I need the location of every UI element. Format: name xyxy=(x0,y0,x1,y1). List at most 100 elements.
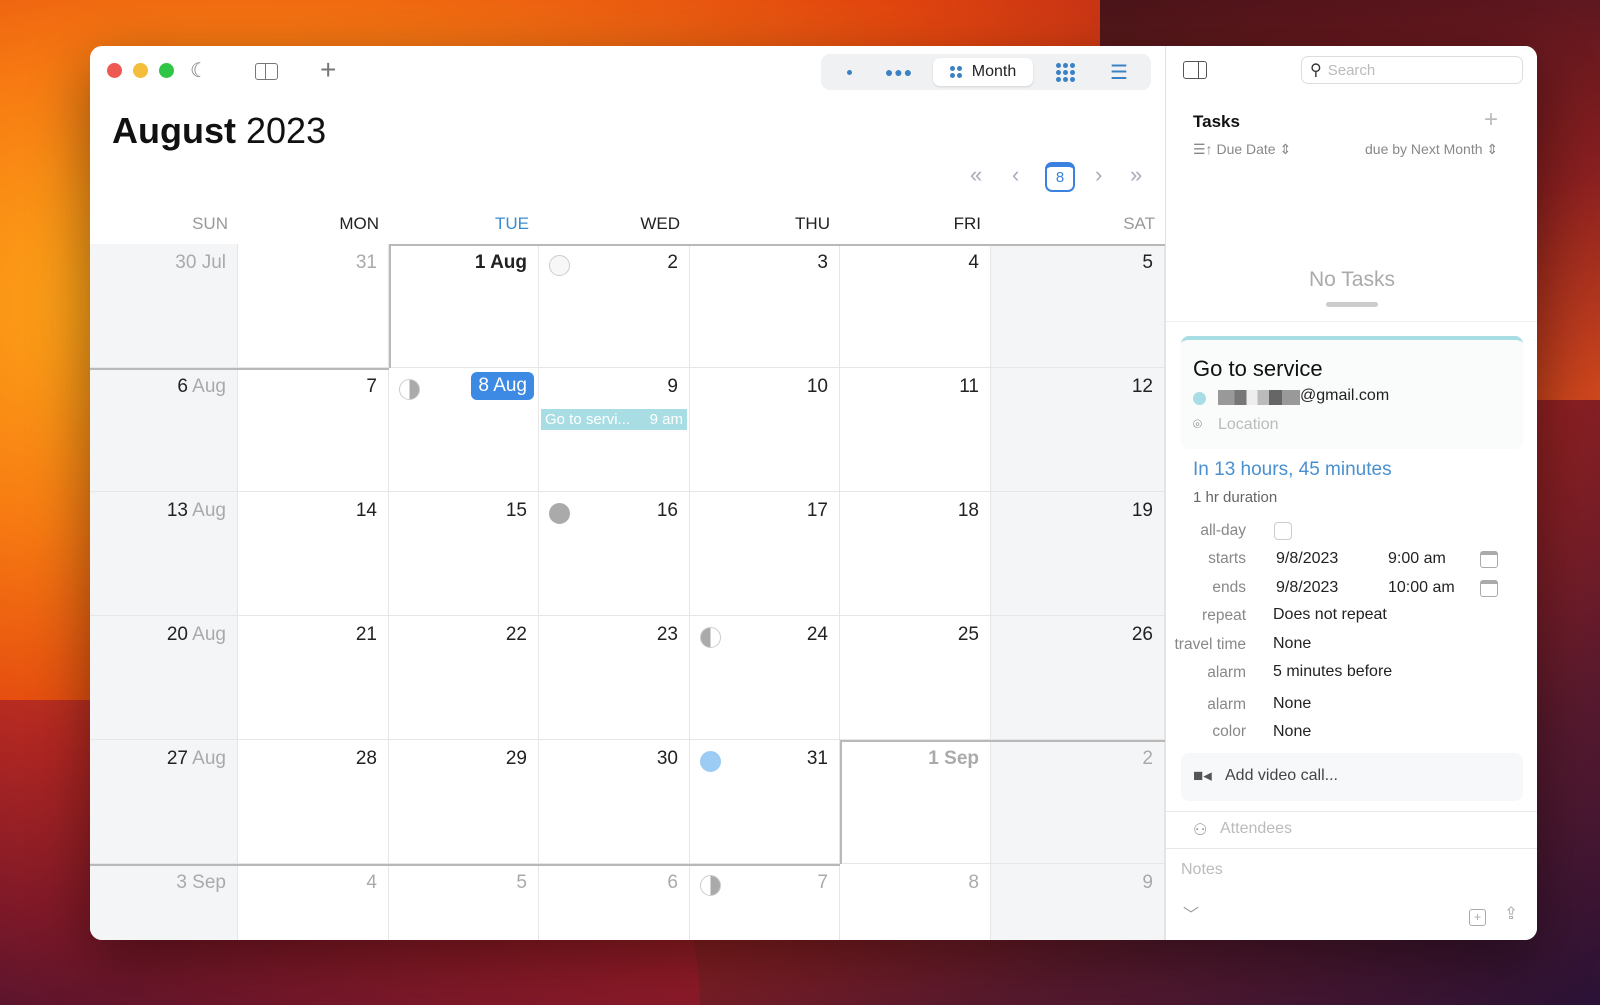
location-field[interactable]: Location xyxy=(1218,416,1279,434)
day-cell[interactable]: 3 Sep xyxy=(90,864,238,940)
page-title: August 2023 xyxy=(112,110,327,151)
day-cell[interactable]: 22 xyxy=(389,616,539,740)
close-button[interactable] xyxy=(107,63,122,78)
next-week-button[interactable]: › xyxy=(1095,162,1102,188)
prev-month-button[interactable]: « xyxy=(970,162,982,188)
day-cell[interactable]: 17 xyxy=(690,492,840,616)
day-cell[interactable]: 10 xyxy=(690,368,840,492)
add-attachment-icon[interactable]: + xyxy=(1469,909,1486,926)
day-cell[interactable]: 26 xyxy=(991,616,1165,740)
moon-icon[interactable]: ☾ xyxy=(190,58,208,83)
share-icon[interactable]: ⇪ xyxy=(1504,904,1518,924)
today-button[interactable]: 8 xyxy=(1045,162,1075,192)
day-number: 10 xyxy=(806,376,828,397)
day-cell[interactable]: 7 xyxy=(690,864,840,940)
day-cell[interactable]: 8 xyxy=(840,864,991,940)
color-value[interactable]: None xyxy=(1273,723,1311,741)
calendar-picker-icon[interactable] xyxy=(1480,551,1498,568)
allday-checkbox[interactable] xyxy=(1274,522,1292,540)
day-cell[interactable]: 31 xyxy=(238,244,389,368)
day-cell[interactable]: 16 xyxy=(539,492,690,616)
sort-dropdown[interactable]: ☰↑ Due Date ⇕ xyxy=(1193,141,1291,158)
day-cell[interactable]: 8 Aug xyxy=(389,368,539,492)
add-video-call-button[interactable]: ■◂ Add video call... xyxy=(1181,753,1523,801)
zoom-button[interactable] xyxy=(159,63,174,78)
add-event-icon[interactable]: + xyxy=(320,54,336,86)
notes-field[interactable]: Notes xyxy=(1181,861,1223,879)
day-cell[interactable]: 30 Jul xyxy=(90,244,238,368)
alarm-value[interactable]: 5 minutes before xyxy=(1273,663,1392,681)
resize-handle[interactable] xyxy=(1326,302,1378,307)
day-cell[interactable]: 29 xyxy=(389,740,539,864)
day-cell[interactable]: 23 xyxy=(539,616,690,740)
day-cell[interactable]: 7 xyxy=(238,368,389,492)
day-cell[interactable]: 12 xyxy=(991,368,1165,492)
day-cell[interactable]: 6 xyxy=(539,864,690,940)
day-number: 17 xyxy=(806,500,828,521)
day-cell[interactable]: 25 xyxy=(840,616,991,740)
view-year[interactable] xyxy=(1047,58,1083,86)
alarm-value[interactable]: None xyxy=(1273,695,1311,713)
day-cell[interactable]: 20 Aug xyxy=(90,616,238,740)
day-cell[interactable]: 21 xyxy=(238,616,389,740)
ends-date[interactable]: 9/8/2023 xyxy=(1276,579,1338,597)
day-cell[interactable]: 1 Sep xyxy=(840,740,991,864)
moon-phase-icon xyxy=(700,627,721,648)
calendar-picker-icon[interactable] xyxy=(1480,580,1498,597)
collapse-chevron-icon[interactable]: ﹀ xyxy=(1183,901,1199,925)
day-cell[interactable]: 19 xyxy=(991,492,1165,616)
day-cell[interactable]: 15 xyxy=(389,492,539,616)
day-cell[interactable]: 9 xyxy=(991,864,1165,940)
weekday-header: SAT xyxy=(1123,214,1155,233)
day-cell[interactable]: 11 xyxy=(840,368,991,492)
day-cell[interactable]: 24 xyxy=(690,616,840,740)
day-cell[interactable]: 1 Aug xyxy=(389,244,539,368)
day-cell[interactable]: 2 xyxy=(991,740,1165,864)
day-cell[interactable]: 31 xyxy=(690,740,840,864)
view-day[interactable] xyxy=(831,58,867,86)
day-number: 6 xyxy=(667,872,678,893)
inspector-toggle-icon[interactable] xyxy=(1183,61,1207,79)
starts-date[interactable]: 9/8/2023 xyxy=(1276,550,1338,568)
next-month-button[interactable]: » xyxy=(1130,162,1142,188)
attendees-field[interactable]: Attendees xyxy=(1220,820,1292,838)
minimize-button[interactable] xyxy=(133,63,148,78)
add-task-button[interactable]: + xyxy=(1484,106,1498,134)
day-cell[interactable]: 6 Aug xyxy=(90,368,238,492)
day-number: 15 xyxy=(505,500,527,521)
day-cell[interactable]: 3 xyxy=(690,244,840,368)
day-cell[interactable]: 30 xyxy=(539,740,690,864)
day-number: 21 xyxy=(355,624,377,645)
day-cell[interactable]: 18 xyxy=(840,492,991,616)
day-cell[interactable]: 14 xyxy=(238,492,389,616)
ends-time[interactable]: 10:00 am xyxy=(1388,579,1455,597)
day-cell[interactable]: 4 xyxy=(238,864,389,940)
alarm-label: alarm xyxy=(1207,696,1246,713)
color-label: color xyxy=(1212,723,1246,740)
tasks-heading: Tasks xyxy=(1193,112,1240,131)
view-list[interactable]: ☰ xyxy=(1101,58,1137,86)
starts-time[interactable]: 9:00 am xyxy=(1388,550,1446,568)
sidebar-toggle-icon[interactable] xyxy=(255,63,278,80)
calendar-event[interactable]: Go to servi... 9 am xyxy=(541,409,687,430)
calendar-account[interactable]: @gmail.com xyxy=(1300,387,1389,405)
day-cell[interactable]: 13 Aug xyxy=(90,492,238,616)
repeat-value[interactable]: Does not repeat xyxy=(1273,606,1387,624)
event-title[interactable]: Go to service xyxy=(1193,356,1323,382)
day-cell[interactable]: 27 Aug xyxy=(90,740,238,864)
view-month[interactable]: Month xyxy=(933,58,1033,86)
prev-week-button[interactable]: ‹ xyxy=(1012,162,1019,188)
day-number: 27 Aug xyxy=(166,748,226,769)
travel-value[interactable]: None xyxy=(1273,635,1311,653)
month-boundary xyxy=(90,864,840,866)
day-cell[interactable]: 9 Go to servi... 9 am xyxy=(539,368,690,492)
day-cell[interactable]: 4 xyxy=(840,244,991,368)
day-cell[interactable]: 5 xyxy=(991,244,1165,368)
day-cell[interactable]: 5 xyxy=(389,864,539,940)
day-cell[interactable]: 28 xyxy=(238,740,389,864)
day-cell[interactable]: 2 xyxy=(539,244,690,368)
search-input[interactable]: ⚲ Search xyxy=(1301,56,1523,84)
day-number: 23 xyxy=(656,624,678,645)
view-week[interactable]: ●●● xyxy=(881,58,917,86)
filter-dropdown[interactable]: due by Next Month ⇕ xyxy=(1365,141,1498,158)
